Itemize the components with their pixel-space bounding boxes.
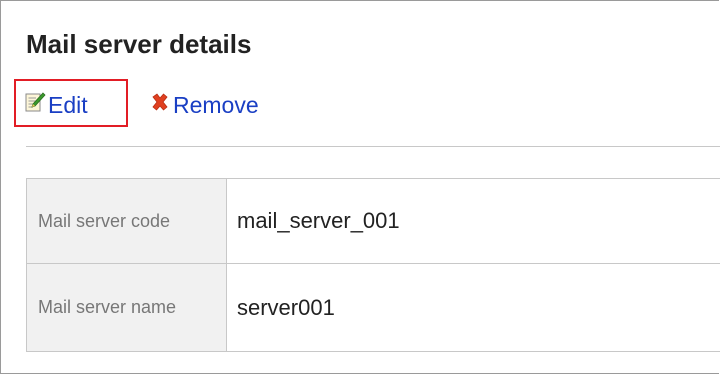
- remove-button[interactable]: Remove: [149, 91, 259, 119]
- edit-note-icon: [24, 91, 46, 119]
- field-value-mail-server-name: server001: [226, 263, 720, 352]
- edit-label: Edit: [48, 91, 88, 118]
- page-frame: Mail server details Edit Remove Mail ser…: [0, 0, 720, 374]
- remove-label: Remove: [173, 91, 259, 118]
- divider: [26, 146, 720, 147]
- edit-button[interactable]: Edit: [24, 91, 88, 119]
- page-title: Mail server details: [26, 29, 252, 59]
- field-value-mail-server-code: mail_server_001: [226, 178, 720, 264]
- details-table: Mail server code mail_server_001 Mail se…: [26, 178, 720, 352]
- table-row: Mail server name server001: [26, 263, 720, 352]
- field-label-mail-server-name: Mail server name: [26, 263, 227, 352]
- table-row: Mail server code mail_server_001: [26, 178, 720, 264]
- field-label-mail-server-code: Mail server code: [26, 178, 227, 264]
- red-x-icon: [149, 91, 171, 119]
